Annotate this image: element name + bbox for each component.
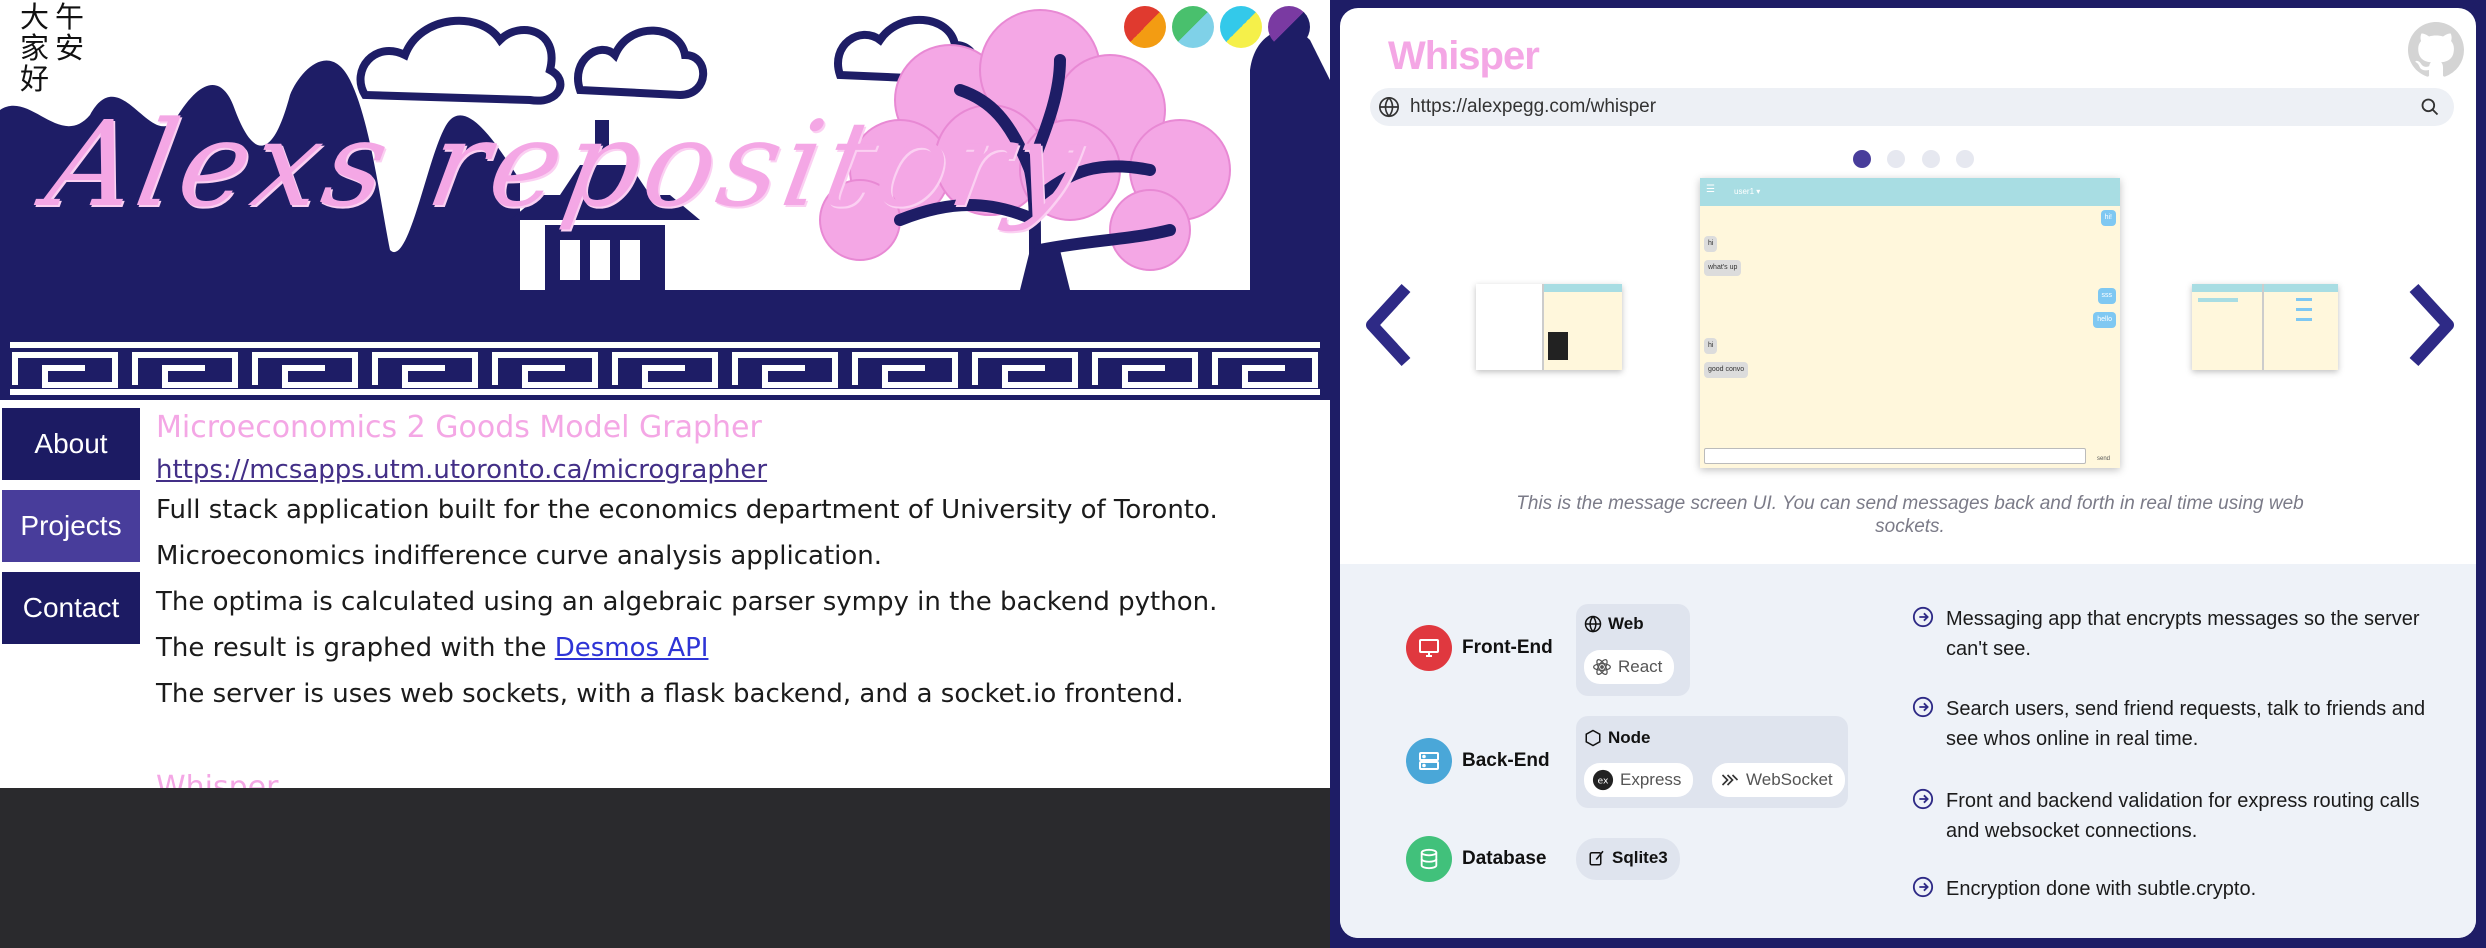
project-result-line: The result is graphed with the Desmos AP… bbox=[156, 631, 1326, 666]
feature-text: Front and backend validation for express… bbox=[1946, 790, 2420, 842]
carousel-thumbnail-previous[interactable] bbox=[1476, 284, 1622, 370]
node-group-label: Node bbox=[1584, 728, 1651, 748]
react-chip: React bbox=[1584, 650, 1675, 684]
express-icon: ex bbox=[1592, 769, 1614, 791]
project-link[interactable]: https://mcsapps.utm.utoronto.ca/microgra… bbox=[156, 455, 1326, 485]
menu-icon: ☰ bbox=[1706, 184, 1715, 195]
mock-message-out: hi! bbox=[2100, 210, 2116, 226]
express-text: Express bbox=[1620, 770, 1682, 789]
svg-text:ex: ex bbox=[1598, 776, 1609, 787]
project-content: Microeconomics 2 Goods Model Grapher htt… bbox=[156, 410, 1326, 723]
mock-message-in: hi bbox=[1704, 338, 1718, 354]
nav-about[interactable]: About bbox=[2, 408, 140, 480]
sqlite-chip: Sqlite3 bbox=[1588, 848, 1668, 868]
database-label: Database bbox=[1462, 848, 1547, 869]
globe-icon bbox=[1379, 97, 1399, 118]
search-icon[interactable] bbox=[2420, 97, 2440, 117]
monitor-icon bbox=[1406, 625, 1452, 671]
carousel-thumbnail-next[interactable] bbox=[2192, 284, 2338, 370]
mock-message-input bbox=[1704, 448, 2086, 464]
project-title: Microeconomics 2 Goods Model Grapher bbox=[156, 410, 762, 445]
url-bar[interactable]: https://alexpegg.com/whisper bbox=[1370, 88, 2454, 126]
project-details: Front-End Web React Back-End Node ex Exp… bbox=[1340, 564, 2476, 938]
feature-item: Encryption done with subtle.crypto. bbox=[1912, 874, 2442, 904]
feature-item: Messaging app that encrypts messages so … bbox=[1912, 604, 2442, 664]
websocket-text: WebSocket bbox=[1746, 770, 1833, 789]
carousel-dot-1[interactable] bbox=[1853, 150, 1871, 168]
stack-row-database: Database bbox=[1406, 836, 1577, 882]
chevron-left-icon[interactable] bbox=[1360, 280, 1416, 370]
url-text[interactable]: https://alexpegg.com/whisper bbox=[1410, 96, 1656, 118]
nav-projects[interactable]: Projects bbox=[2, 490, 140, 562]
banner-title: Alexs repository bbox=[37, 95, 1097, 233]
websocket-icon bbox=[1721, 774, 1739, 786]
carousel-dot-3[interactable] bbox=[1921, 150, 1940, 168]
carousel-dot-4[interactable] bbox=[1956, 150, 1975, 168]
next-project-title: Whisper bbox=[156, 770, 279, 788]
arrow-circle-right-icon bbox=[1912, 788, 1934, 810]
feature-text: Messaging app that encrypts messages so … bbox=[1946, 608, 2420, 660]
nodejs-icon bbox=[1585, 729, 1601, 747]
project-detail-panel: Whisper https://alexpegg.com/whisper ☰ u… bbox=[1330, 0, 2486, 948]
feature-item: Search users, send friend requests, talk… bbox=[1912, 694, 2442, 754]
mock-send-label: send bbox=[2096, 456, 2110, 462]
side-nav: About Projects Contact bbox=[0, 408, 140, 654]
chevron-right-icon[interactable] bbox=[2404, 280, 2460, 370]
feature-item: Front and backend validation for express… bbox=[1912, 786, 2442, 846]
mock-app-header: ☰ user1 ▾ bbox=[1700, 178, 2120, 206]
github-icon[interactable] bbox=[2408, 22, 2464, 78]
result-prefix-text: The result is graphed with the bbox=[156, 633, 555, 663]
carousel-dot-2[interactable] bbox=[1887, 150, 1906, 168]
project-description-line: The server is uses web sockets, with a f… bbox=[156, 679, 1184, 709]
theme-red-green-button[interactable] bbox=[1124, 6, 1166, 48]
arrow-circle-right-icon bbox=[1912, 876, 1934, 898]
project-card: Whisper https://alexpegg.com/whisper ☰ u… bbox=[1340, 8, 2476, 938]
backend-label: Back-End bbox=[1462, 750, 1550, 771]
arrow-circle-right-icon bbox=[1912, 696, 1934, 718]
globe-icon bbox=[1584, 615, 1602, 633]
mock-message-in: good convo bbox=[1704, 362, 1749, 378]
mock-user-label: user1 ▾ bbox=[1734, 187, 1761, 196]
calligraphy-greeting: 大午 家安 好 bbox=[20, 0, 91, 96]
carousel-pagination bbox=[1853, 150, 1986, 170]
server-icon bbox=[1406, 738, 1452, 784]
nav-contact[interactable]: Contact bbox=[2, 572, 140, 644]
project-description-line: Microeconomics indifference curve analys… bbox=[156, 541, 883, 571]
websocket-chip: WebSocket bbox=[1712, 763, 1845, 797]
web-group-text: Web bbox=[1608, 614, 1644, 633]
web-group-label: Web bbox=[1584, 614, 1644, 634]
project-description-line: Full stack application built for the eco… bbox=[156, 495, 1218, 525]
frontend-label: Front-End bbox=[1462, 637, 1553, 658]
sqlite-text: Sqlite3 bbox=[1612, 848, 1668, 867]
slide-caption: This is the message screen UI. You can s… bbox=[1516, 493, 2304, 537]
theme-green-blue-button[interactable] bbox=[1172, 6, 1214, 48]
database-icon bbox=[1406, 836, 1452, 882]
mock-message-in: hi bbox=[1704, 236, 1718, 252]
project-description-line: The optima is calculated using an algebr… bbox=[156, 587, 1218, 617]
desmos-api-link[interactable]: Desmos API bbox=[555, 633, 709, 663]
react-text: React bbox=[1618, 657, 1663, 676]
theme-purple-navy-button[interactable] bbox=[1268, 6, 1310, 48]
stack-row-backend: Back-End bbox=[1406, 738, 1577, 784]
sqlite-icon bbox=[1589, 850, 1604, 866]
portfolio-page: 大午 家安 好 Alexs repository About Projects … bbox=[0, 0, 1330, 788]
carousel-current-slide[interactable]: ☰ user1 ▾ hi! hi what's up sss hello hi … bbox=[1700, 178, 2120, 468]
feature-text: Encryption done with subtle.crypto. bbox=[1946, 878, 2257, 900]
project-card-title: Whisper bbox=[1388, 34, 1540, 78]
mock-message-out: sss bbox=[2097, 288, 2116, 304]
feature-text: Search users, send friend requests, talk… bbox=[1946, 698, 2426, 750]
react-icon bbox=[1593, 658, 1611, 676]
node-group-text: Node bbox=[1608, 728, 1651, 747]
mock-message-out: hello bbox=[2093, 312, 2116, 328]
theme-cyan-yellow-button[interactable] bbox=[1220, 6, 1262, 48]
stack-row-frontend: Front-End bbox=[1406, 625, 1577, 671]
arrow-circle-right-icon bbox=[1912, 606, 1934, 628]
express-chip: ex Express bbox=[1584, 763, 1694, 797]
mock-message-in: what's up bbox=[1704, 260, 1742, 276]
